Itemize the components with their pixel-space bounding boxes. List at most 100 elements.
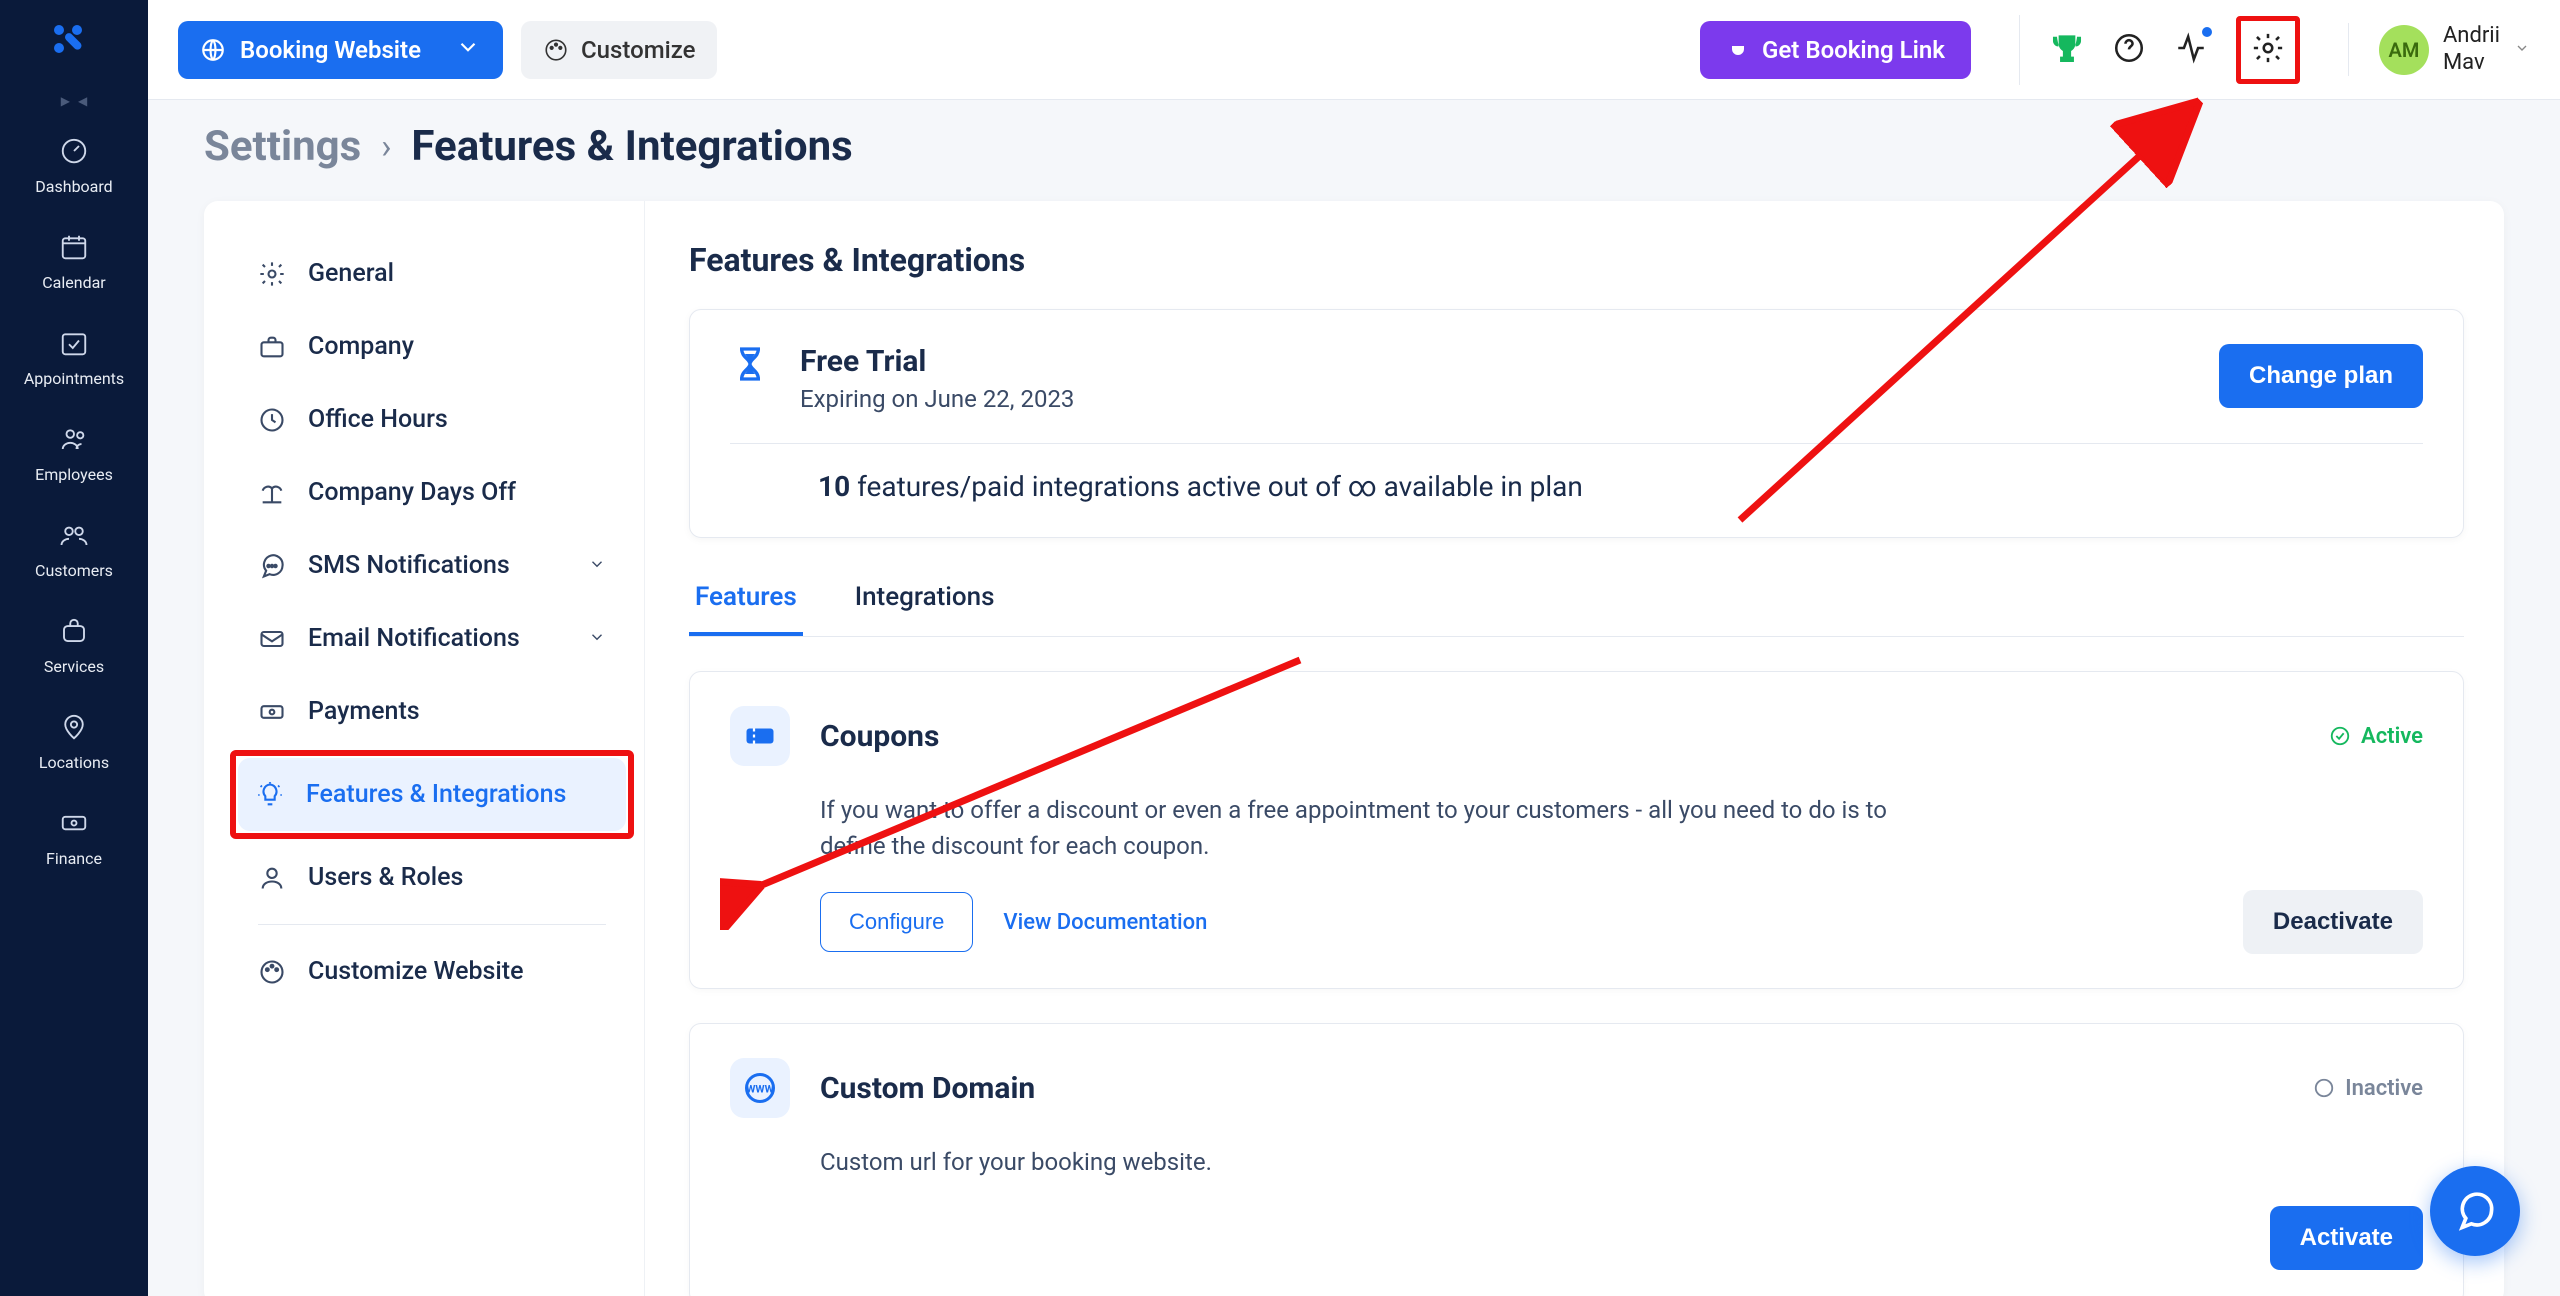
sidebar-item-label: Office Hours [308, 405, 606, 434]
settings-sidebar: General Company Office Hours Company Day… [204, 201, 644, 1296]
chevron-right-icon: › [381, 127, 391, 167]
sidebar-item-label: Features & Integrations [306, 780, 608, 809]
breadcrumb-current: Features & Integrations [411, 122, 852, 171]
user-name: Andrii Mav [2443, 23, 2500, 76]
sidebar-item-features-integrations[interactable]: Features & Integrations [238, 758, 626, 831]
tab-integrations[interactable]: Integrations [849, 582, 1001, 636]
lightbulb-icon [256, 781, 284, 809]
plan-count: 10 features/paid integrations active out… [730, 443, 2423, 503]
chat-icon [2453, 1189, 2497, 1233]
feature-description: Custom url for your booking website. [820, 1144, 1920, 1180]
nav-label: Calendar [42, 273, 105, 292]
nav-label: Finance [46, 849, 102, 868]
main-area: Settings › Features & Integrations Gener… [148, 100, 2560, 1296]
get-booking-link-button[interactable]: Get Booking Link [1700, 21, 1971, 79]
content-title: Features & Integrations [689, 241, 2464, 279]
settings-content: Features & Integrations Free Trial Expir… [644, 201, 2504, 1296]
user-menu[interactable]: AM Andrii Mav [2348, 23, 2530, 76]
sidebar-item-days-off[interactable]: Company Days Off [240, 456, 624, 529]
nav-label: Services [44, 657, 104, 676]
help-icon[interactable] [2112, 31, 2146, 69]
sidebar-item-general[interactable]: General [240, 237, 624, 310]
status-badge-inactive: Inactive [2313, 1076, 2423, 1101]
achievements-icon[interactable] [2050, 31, 2084, 69]
nav-appointments[interactable]: Appointments [0, 310, 148, 406]
globe-icon [200, 37, 226, 63]
help-chat-bubble[interactable] [2430, 1166, 2520, 1256]
cash-icon [258, 698, 286, 726]
settings-panel: General Company Office Hours Company Day… [204, 201, 2504, 1296]
feature-card-custom-domain: WWW Custom Domain Inactive Custom url fo… [689, 1023, 2464, 1296]
sidebar-item-office-hours[interactable]: Office Hours [240, 383, 624, 456]
mail-icon [258, 625, 286, 653]
sidebar-item-label: General [308, 259, 606, 288]
nav-collapse-arrows[interactable]: ▶◀ [61, 94, 87, 108]
nav-customers[interactable]: Customers [0, 502, 148, 598]
customize-button[interactable]: Customize [521, 21, 717, 79]
sidebar-item-sms[interactable]: SMS Notifications [240, 529, 624, 602]
money-icon [59, 808, 89, 843]
nav-services[interactable]: Services [0, 598, 148, 694]
nav-employees[interactable]: Employees [0, 406, 148, 502]
sidebar-item-email[interactable]: Email Notifications [240, 602, 624, 675]
change-plan-button[interactable]: Change plan [2219, 344, 2423, 408]
nav-label: Dashboard [35, 177, 112, 196]
feature-description: If you want to offer a discount or even … [820, 792, 1920, 864]
sidebar-item-label: Company Days Off [308, 478, 606, 507]
pin-icon [59, 712, 89, 747]
hourglass-icon [730, 344, 770, 394]
feature-title: Custom Domain [820, 1071, 2283, 1106]
chevron-down-icon [588, 628, 606, 650]
left-nav: ▶◀ Dashboard Calendar Appointments Emplo… [0, 0, 148, 1296]
activate-button[interactable]: Activate [2270, 1206, 2423, 1270]
avatar: AM [2379, 25, 2429, 75]
nav-finance[interactable]: Finance [0, 790, 148, 886]
feature-title: Coupons [820, 719, 2299, 754]
plan-card: Free Trial Expiring on June 22, 2023 Cha… [689, 309, 2464, 538]
chat-icon [258, 552, 286, 580]
www-icon: WWW [730, 1058, 790, 1118]
plan-expiry: Expiring on June 22, 2023 [800, 385, 2189, 413]
settings-gear-icon[interactable] [2251, 31, 2285, 69]
nav-label: Employees [35, 465, 113, 484]
breadcrumb-root[interactable]: Settings [204, 122, 361, 171]
nav-locations[interactable]: Locations [0, 694, 148, 790]
briefcase-icon [258, 333, 286, 361]
user-icon [258, 864, 286, 892]
sidebar-item-customize-website[interactable]: Customize Website [240, 935, 624, 1008]
nav-calendar[interactable]: Calendar [0, 214, 148, 310]
svg-text:WWW: WWW [746, 1083, 774, 1096]
gear-icon [258, 260, 286, 288]
activity-icon[interactable] [2174, 31, 2208, 69]
top-icon-group [2019, 15, 2300, 85]
get-booking-link-label: Get Booking Link [1762, 36, 1945, 64]
chevron-down-icon [2514, 40, 2530, 60]
employees-icon [59, 424, 89, 459]
app-logo[interactable] [49, 20, 99, 74]
configure-button[interactable]: Configure [820, 892, 973, 952]
customers-icon [59, 520, 89, 555]
top-bar: Booking Website Customize Get Booking Li… [148, 0, 2560, 100]
content-tabs: Features Integrations [689, 582, 2464, 637]
tab-features[interactable]: Features [689, 582, 803, 636]
palette-icon [543, 37, 569, 63]
sidebar-item-company[interactable]: Company [240, 310, 624, 383]
view-docs-link[interactable]: View Documentation [1003, 910, 1207, 935]
annotation-features-highlight: Features & Integrations [230, 750, 634, 839]
beach-icon [258, 479, 286, 507]
plan-name: Free Trial [800, 344, 2189, 379]
booking-website-label: Booking Website [240, 36, 421, 64]
customize-label: Customize [581, 36, 695, 64]
status-badge-active: Active [2329, 724, 2423, 749]
nav-label: Appointments [24, 369, 124, 388]
nav-label: Customers [35, 561, 113, 580]
sidebar-item-users-roles[interactable]: Users & Roles [240, 841, 624, 914]
clock-icon [258, 406, 286, 434]
plug-icon [1726, 38, 1750, 62]
sidebar-item-label: Payments [308, 697, 606, 726]
feature-card-coupons: Coupons Active If you want to offer a di… [689, 671, 2464, 989]
sidebar-item-payments[interactable]: Payments [240, 675, 624, 748]
booking-website-dropdown[interactable]: Booking Website [178, 21, 503, 79]
deactivate-button[interactable]: Deactivate [2243, 890, 2423, 954]
nav-dashboard[interactable]: Dashboard [0, 118, 148, 214]
